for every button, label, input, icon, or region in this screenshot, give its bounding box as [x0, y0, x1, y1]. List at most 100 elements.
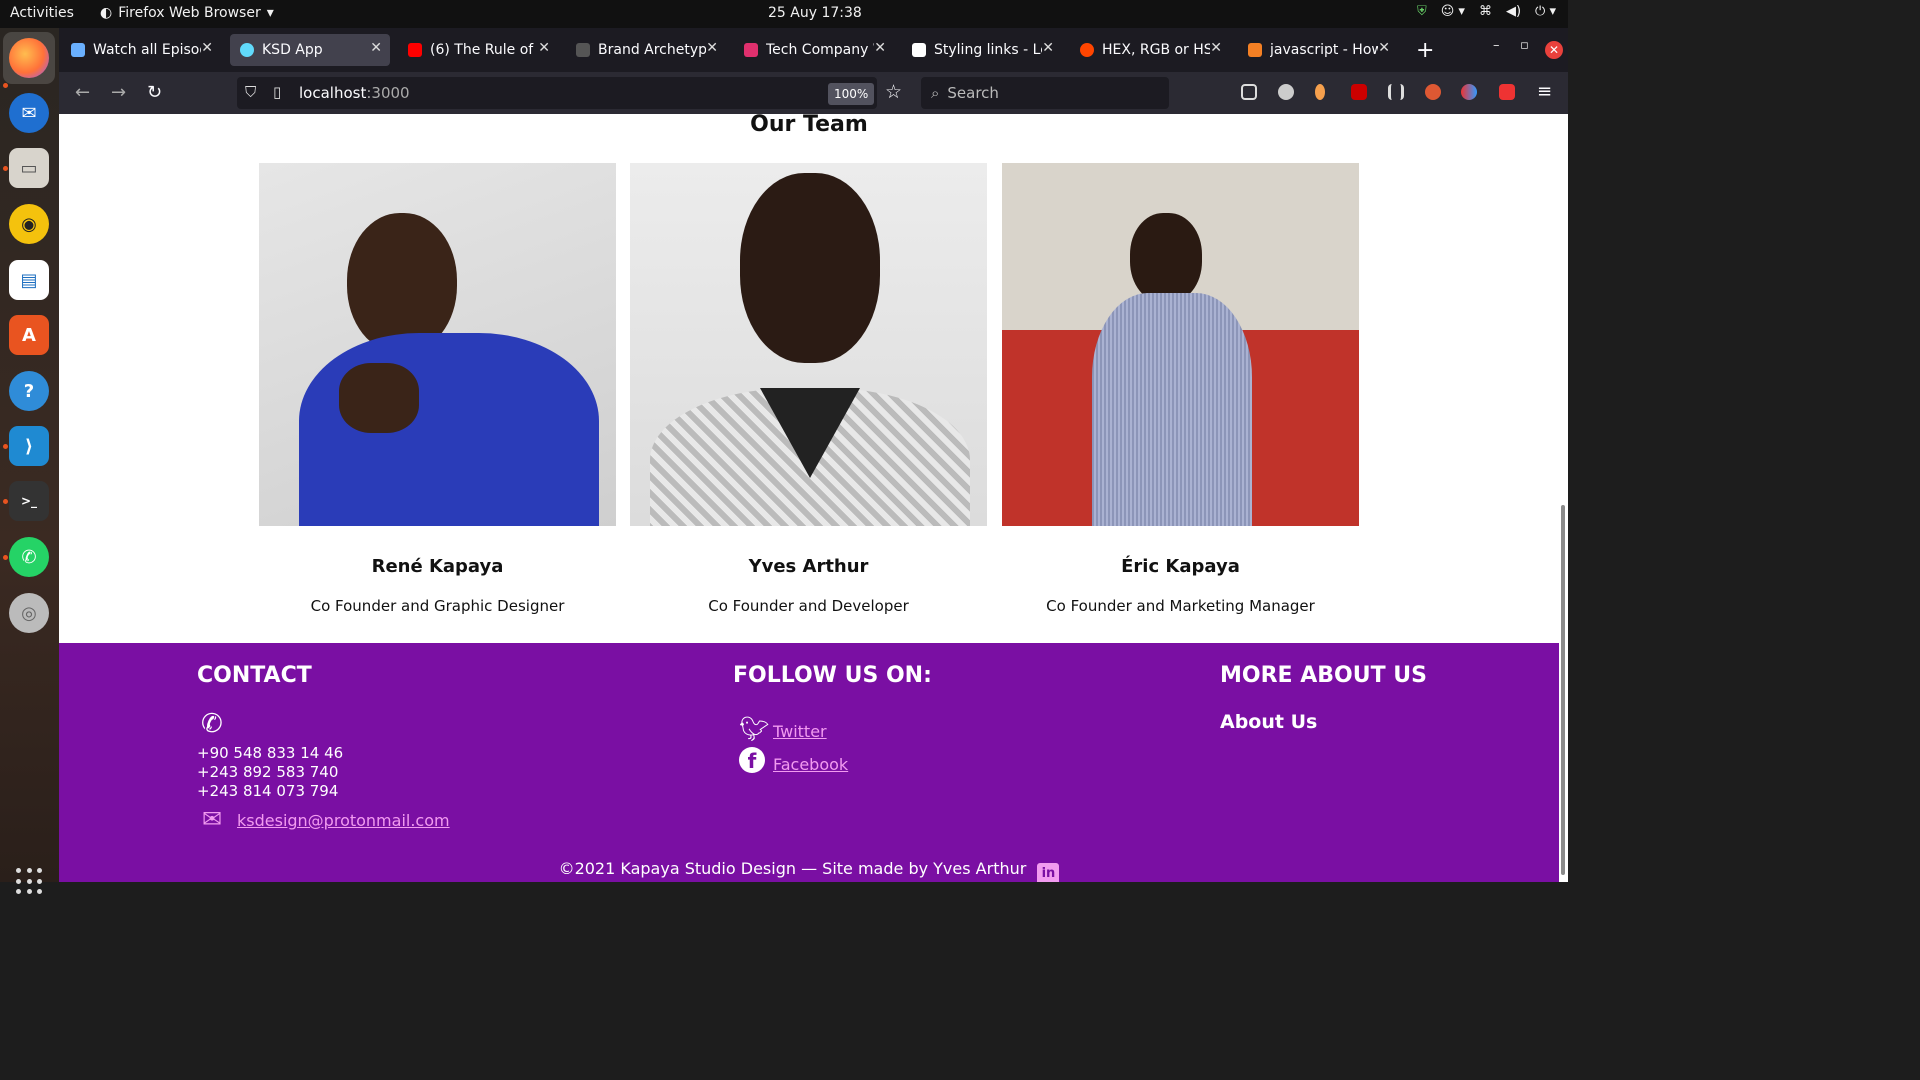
twitter-link[interactable]: Twitter — [773, 722, 827, 741]
tab[interactable]: (6) The Rule of Composition ✕ — [398, 34, 558, 66]
about-us-link[interactable]: About Us — [1220, 711, 1317, 733]
close-tab-icon[interactable]: ✕ — [538, 40, 550, 56]
bookmark-star-icon[interactable]: ☆ — [885, 81, 902, 103]
copyright-label: ©2021 Kapaya Studio Design — Site made b… — [558, 859, 1027, 878]
accessibility-icon[interactable]: ☺ ▾ — [1441, 4, 1465, 19]
dock: ✉ ▭ ◉ ▤ A ? ⟩ >_ ✆ ◎ — [0, 28, 59, 895]
web-page: Our Team René Kapaya Co Founder and Grap… — [59, 114, 1559, 882]
email-icon: ✉ — [202, 805, 223, 833]
search-bar[interactable]: ⌕ Search — [921, 77, 1169, 109]
page-info-icon[interactable]: ▯ — [273, 83, 281, 101]
tab-favicon-icon — [71, 43, 85, 57]
forward-button[interactable]: → — [111, 82, 126, 103]
page-scrollbar-thumb[interactable] — [1561, 505, 1565, 875]
terminal-dock-icon[interactable]: >_ — [9, 481, 49, 521]
minimize-button[interactable]: – — [1493, 38, 1500, 53]
tab-label: Watch all Episodes — [93, 42, 201, 58]
member-photo — [1002, 163, 1359, 526]
facebook-link[interactable]: Facebook — [773, 755, 848, 774]
maximize-button[interactable]: ▫ — [1520, 38, 1529, 53]
member-role: Co Founder and Developer — [708, 597, 909, 615]
duckduckgo-icon[interactable] — [1425, 84, 1441, 100]
contact-heading: CONTACT — [197, 663, 312, 688]
activities-button[interactable]: Activities — [10, 5, 74, 21]
facebook-icon: f — [739, 747, 765, 773]
extension-icon[interactable] — [1315, 84, 1325, 100]
close-tab-icon[interactable]: ✕ — [370, 40, 382, 56]
phone-icon: ✆ — [201, 709, 223, 739]
firefox-dock-icon[interactable] — [3, 32, 55, 84]
tab-active[interactable]: KSD App ✕ — [230, 34, 390, 66]
tab-label: KSD App — [262, 42, 323, 58]
system-tray[interactable]: ⛨ ☺ ▾ ⌘ ◀) ⏻ ▾ — [1417, 4, 1556, 19]
new-tab-button[interactable]: + — [1416, 38, 1434, 63]
search-placeholder: Search — [947, 84, 999, 102]
thunderbird-dock-icon[interactable]: ✉ — [9, 93, 49, 133]
power-icon[interactable]: ⏻ ▾ — [1535, 4, 1556, 19]
team-member-card: Yves Arthur Co Founder and Developer — [630, 163, 987, 615]
person-shirt-shape — [1092, 293, 1252, 526]
volume-icon[interactable]: ◀) — [1506, 4, 1521, 19]
app-menu[interactable]: ◐ Firefox Web Browser ▾ — [100, 5, 274, 21]
shield-icon[interactable]: ⛨ — [1417, 4, 1427, 19]
more-about-heading: MORE ABOUT US — [1220, 663, 1427, 688]
phone-number: +243 892 583 740 — [197, 763, 339, 781]
person-head-shape — [740, 173, 880, 363]
person-head-shape — [1130, 213, 1202, 303]
menu-icon[interactable]: ≡ — [1537, 81, 1552, 102]
url-bar[interactable]: ⛉ ▯ localhost:3000 — [237, 77, 877, 109]
close-tab-icon[interactable]: ✕ — [201, 40, 213, 56]
chevron-down-icon: ▾ — [266, 5, 274, 21]
close-tab-icon[interactable]: ✕ — [874, 40, 886, 56]
whatsapp-dock-icon[interactable]: ✆ — [9, 537, 49, 577]
close-window-button[interactable]: ✕ — [1545, 41, 1563, 59]
tab[interactable]: Brand Archetypes ✕ — [566, 34, 726, 66]
tracking-shield-icon[interactable]: ⛉ — [245, 83, 256, 101]
reddit-favicon-icon — [1080, 43, 1094, 57]
network-icon[interactable]: ⌘ — [1479, 4, 1492, 19]
member-photo — [259, 163, 616, 526]
pocket-icon[interactable] — [1241, 84, 1257, 100]
tab-label: Styling links - Learn web — [934, 42, 1042, 58]
navigation-toolbar: ← → ↻ ⛉ ▯ localhost:3000 100% ☆ ⌕ Search… — [59, 72, 1568, 114]
writer-dock-icon[interactable]: ▤ — [9, 260, 49, 300]
ublock-icon[interactable] — [1351, 84, 1367, 100]
clock[interactable]: 25 Auy 17:38 — [768, 5, 862, 21]
team-member-card: René Kapaya Co Founder and Graphic Desig… — [259, 163, 616, 615]
vscode-dock-icon[interactable]: ⟩ — [9, 426, 49, 466]
tab[interactable]: Watch all Episodes ✕ — [61, 34, 221, 66]
tab-label: Brand Archetypes — [598, 42, 706, 58]
email-link[interactable]: ksdesign@protonmail.com — [237, 811, 450, 830]
search-icon: ⌕ — [931, 84, 940, 102]
disc-dock-icon[interactable]: ◎ — [9, 593, 49, 633]
extension-icon[interactable] — [1499, 84, 1515, 100]
reload-button[interactable]: ↻ — [147, 82, 162, 103]
close-tab-icon[interactable]: ✕ — [706, 40, 718, 56]
files-dock-icon[interactable]: ▭ — [9, 148, 49, 188]
app-menu-label: Firefox Web Browser — [118, 5, 261, 21]
rhythmbox-dock-icon[interactable]: ◉ — [9, 204, 49, 244]
tab[interactable]: Styling links - Learn web ✕ — [902, 34, 1062, 66]
back-button[interactable]: ← — [75, 82, 90, 103]
tab[interactable]: HEX, RGB or HSL ✕ — [1070, 34, 1230, 66]
react-favicon-icon — [240, 43, 254, 57]
show-apps-icon[interactable] — [16, 868, 44, 896]
close-tab-icon[interactable]: ✕ — [1378, 40, 1390, 56]
zoom-level-button[interactable]: 100% — [828, 83, 875, 105]
extension-icon[interactable] — [1278, 84, 1294, 100]
member-name: Éric Kapaya — [1121, 556, 1240, 577]
close-tab-icon[interactable]: ✕ — [1210, 40, 1222, 56]
extension-icon[interactable] — [1388, 84, 1404, 100]
tab-strip: Watch all Episodes ✕ KSD App ✕ (6) The R… — [59, 28, 1568, 72]
help-dock-icon[interactable]: ? — [9, 371, 49, 411]
extension-icon[interactable] — [1461, 84, 1477, 100]
member-name: Yves Arthur — [748, 556, 869, 577]
system-top-bar: Activities ◐ Firefox Web Browser ▾ 25 Au… — [0, 0, 1568, 28]
twitter-icon: 🐦︎ — [739, 715, 770, 743]
linkedin-icon[interactable]: in — [1037, 863, 1060, 882]
tab[interactable]: Tech Company Website ✕ — [734, 34, 894, 66]
tab[interactable]: javascript - How ✕ — [1238, 34, 1398, 66]
software-dock-icon[interactable]: A — [9, 315, 49, 355]
phone-number: +90 548 833 14 46 — [197, 744, 344, 762]
close-tab-icon[interactable]: ✕ — [1042, 40, 1054, 56]
